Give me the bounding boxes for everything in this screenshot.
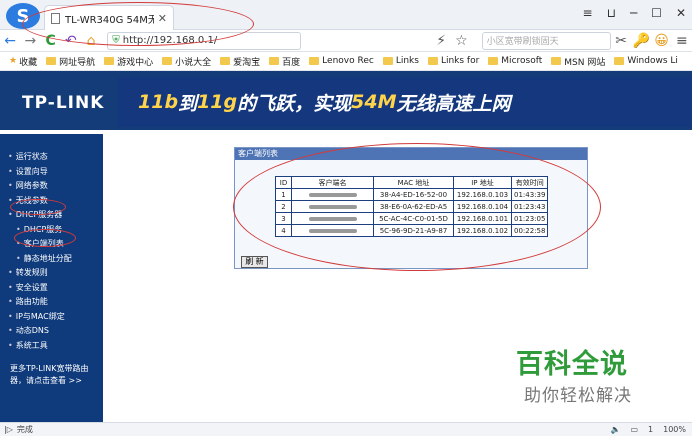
bullet-icon: •	[8, 326, 13, 335]
bookmark-item[interactable]: MSN 网站	[551, 55, 605, 68]
folder-icon	[46, 57, 57, 65]
zoom-level[interactable]: 100%	[663, 425, 686, 434]
bookmark-item[interactable]: Microsoft	[488, 56, 542, 66]
sidebar-item[interactable]: • 路由功能	[8, 295, 72, 310]
sidebar-item-label: 运行状态	[15, 152, 48, 161]
folder-icon	[488, 57, 499, 65]
sidebar-item-label: 安全设置	[15, 282, 48, 292]
bullet-icon: •	[8, 152, 13, 161]
sidebar-item-label: 网络参数	[15, 181, 48, 190]
sidebar-item[interactable]: • 设置向导	[8, 165, 72, 180]
minimize-icon[interactable]: ─	[630, 6, 637, 20]
sidebar-item[interactable]: • 运行状态	[8, 150, 72, 165]
sidebar-item-label: 转发规则	[15, 268, 48, 277]
tp-link-logo: TP-LINK	[22, 93, 105, 113]
watermark-title: 百科全说	[516, 349, 628, 380]
skin-icon[interactable]: ⊔	[607, 6, 616, 20]
sidebar-item[interactable]: • 网络参数	[8, 179, 72, 194]
smile-icon[interactable]: 😀	[651, 33, 671, 49]
banner-tagline: 11b 到 11g 的飞跃，实现 54M 无线高速上网	[118, 77, 692, 127]
bullet-icon: •	[8, 311, 13, 321]
key-icon[interactable]: 🔑	[631, 33, 651, 49]
annotation-ring	[233, 143, 601, 271]
back-icon[interactable]: ←	[0, 33, 20, 49]
screen-icon[interactable]: ▭	[630, 425, 638, 434]
router-sidebar: • 运行状态 • 设置向导 • 网络参数 • 无线参数 • DHCP服务器 • DHCP服务 • 客户端列…	[0, 130, 103, 422]
sidebar-item-label: 动态DNS	[15, 326, 49, 335]
sidebar-item-label: 设置向导	[15, 166, 48, 176]
bullet-icon: •	[8, 210, 13, 219]
folder-icon	[551, 57, 562, 65]
folder-icon	[162, 57, 173, 65]
sidebar-item-label: 静态地址分配	[23, 253, 72, 263]
sidebar-item-label: 系统工具	[15, 340, 48, 350]
sidebar-item[interactable]: • 动态DNS	[8, 324, 72, 339]
star-icon[interactable]: ☆	[451, 33, 471, 49]
folder-icon	[269, 57, 280, 65]
window-controls: ≡ ⊔ ─ ☐ ✕	[583, 6, 687, 20]
bullet-icon: •	[8, 340, 13, 350]
sidebar-item[interactable]: • 转发规则	[8, 266, 72, 281]
bullet-icon: •	[16, 253, 21, 263]
router-banner: TP-LINK 11b 到 11g 的飞跃，实现 54M 无线高速上网	[0, 71, 692, 130]
bookmark-item[interactable]: Lenovo Rec	[309, 56, 374, 66]
folder-icon	[309, 57, 320, 65]
sidebar-menu: • 运行状态 • 设置向导 • 网络参数 • 无线参数 • DHCP服务器 • DHCP服务 • 客户端列…	[8, 150, 72, 353]
bullet-icon: •	[8, 268, 13, 277]
bookmark-item[interactable]: 网址导航	[46, 55, 95, 68]
status-text: 完成	[16, 425, 33, 434]
cut-icon[interactable]: ✂	[611, 33, 631, 49]
sidebar-item-label: IP与MAC绑定	[15, 311, 65, 321]
sidebar-item[interactable]: • 系统工具	[8, 339, 72, 354]
bookmark-item[interactable]: Links	[382, 56, 419, 66]
watermark-subtitle: 助你轻松解决	[524, 386, 632, 406]
sidebar-item[interactable]: • IP与MAC绑定	[8, 310, 72, 325]
sidebar-item[interactable]: • 安全设置	[8, 281, 72, 296]
bullet-icon: •	[8, 181, 13, 190]
folder-icon	[104, 57, 115, 65]
bullet-icon: •	[8, 297, 13, 306]
status-bar: |▷ 完成 🔈 ▭ 1 100%	[0, 422, 692, 436]
folder-icon	[220, 57, 231, 65]
bookmark-item[interactable]: 百度	[269, 55, 300, 68]
search-input[interactable]: 小区宽带刷锁固天	[481, 31, 611, 50]
annotation-ring	[14, 229, 76, 247]
annotation-ring	[10, 199, 66, 215]
sidebar-item-label: 路由功能	[15, 297, 48, 306]
maximize-icon[interactable]: ☐	[651, 6, 662, 20]
speed-icon[interactable]: ⚡	[431, 33, 451, 49]
bookmark-favorites[interactable]: ★ 收藏	[9, 55, 37, 68]
download-count[interactable]: 1	[648, 425, 653, 434]
bookmark-item[interactable]: 爱淘宝	[220, 55, 260, 68]
annotation-ring	[22, 2, 254, 46]
folder-icon	[382, 57, 393, 65]
bookmark-item[interactable]: Windows Li	[614, 56, 678, 66]
star-icon: ★	[9, 56, 18, 66]
bookmark-item[interactable]: 小说大全	[162, 55, 211, 68]
folder-icon	[427, 57, 438, 65]
search-placeholder: 小区宽带刷锁固天	[486, 37, 559, 47]
close-window-icon[interactable]: ✕	[676, 6, 686, 20]
speaker-icon[interactable]: 🔈	[611, 425, 621, 434]
sidebar-item[interactable]: • 静态地址分配	[8, 252, 72, 267]
more-products-link[interactable]: 更多TP-LINK宽带路由 器，请点击查看 >>	[10, 363, 88, 387]
settings-menu-icon[interactable]: ≡	[672, 33, 692, 49]
bookmark-item[interactable]: Links for	[427, 56, 479, 66]
folder-icon	[614, 57, 625, 65]
refresh-button[interactable]: 刷 新	[241, 256, 268, 268]
bookmark-item[interactable]: 游戏中心	[104, 55, 153, 68]
bookmarks-bar: ★ 收藏 网址导航 游戏中心 小说大全 爱淘宝 百度 Lenovo Rec Lin…	[0, 52, 692, 71]
bullet-icon: •	[8, 282, 13, 292]
panel-toggle-icon[interactable]: |▷	[4, 425, 13, 434]
menu-icon[interactable]: ≡	[583, 6, 593, 20]
bullet-icon: •	[8, 166, 13, 176]
